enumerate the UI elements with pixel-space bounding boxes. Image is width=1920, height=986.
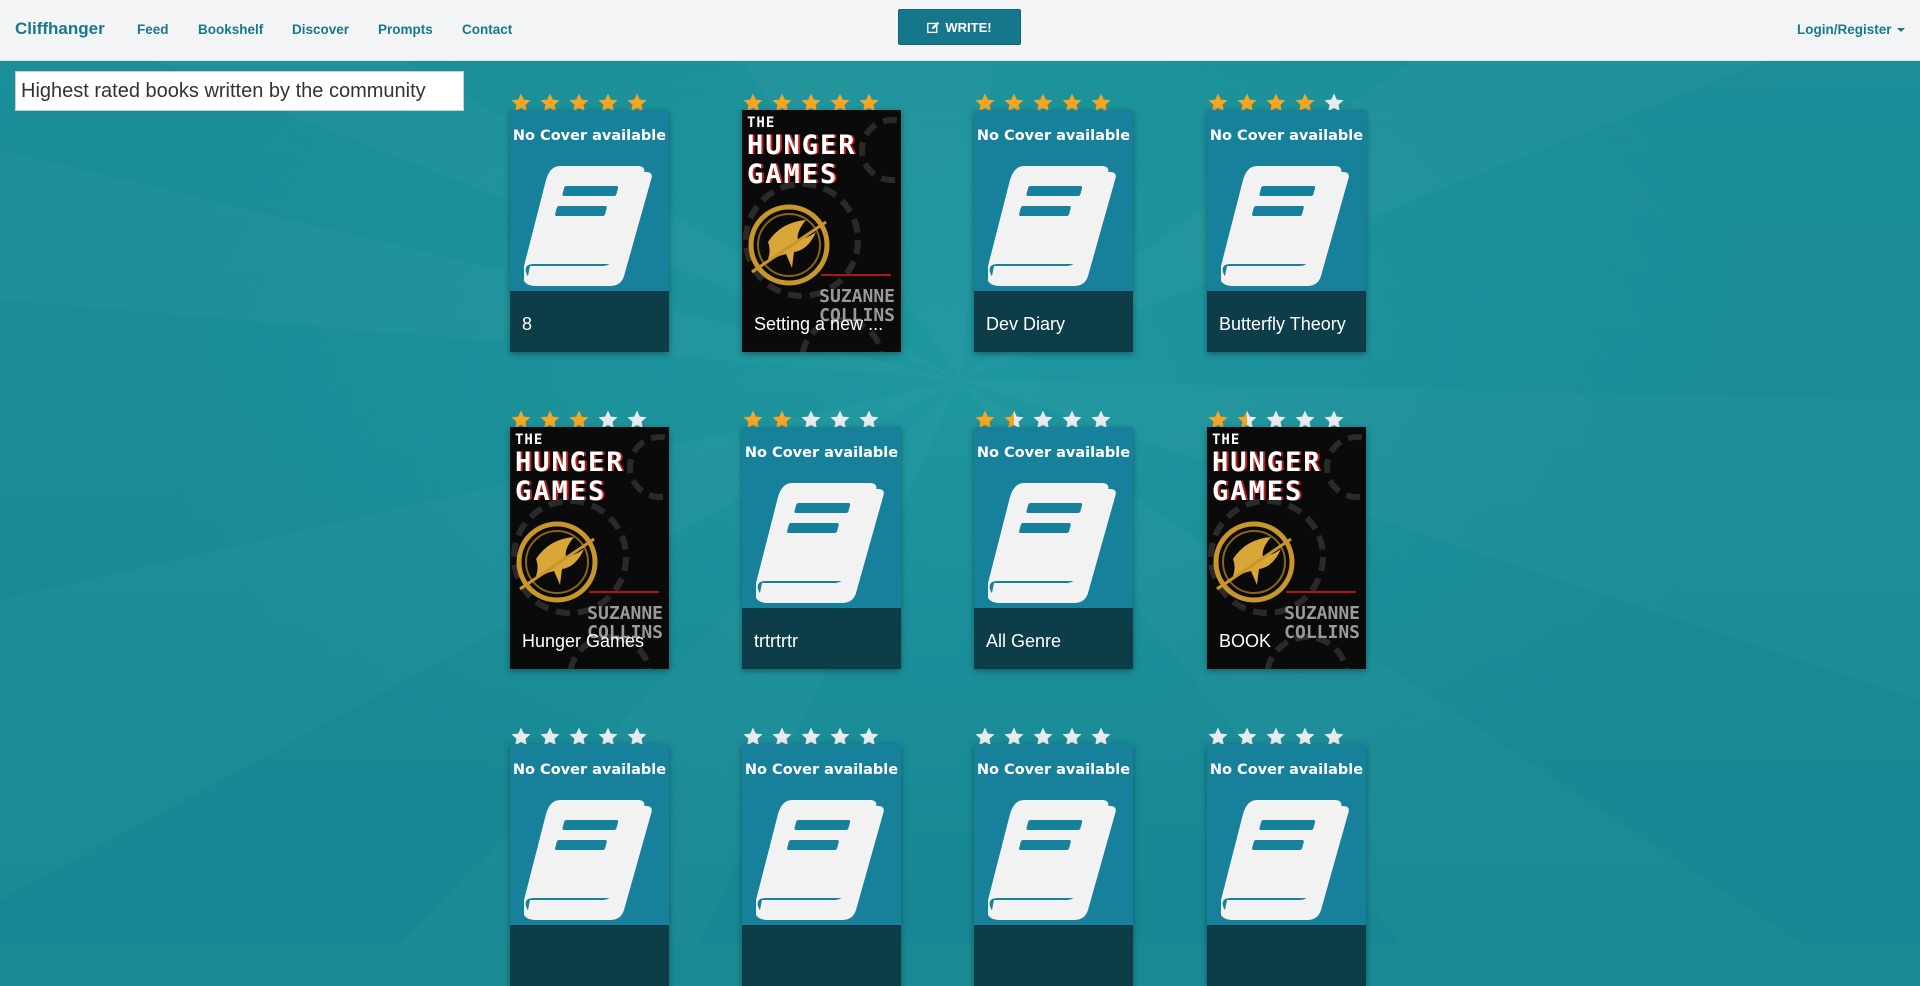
mockingjay-pin-icon	[748, 204, 830, 286]
book-icon	[1221, 166, 1349, 286]
book-card[interactable]: No Cover available	[742, 726, 901, 986]
write-button[interactable]: WRITE!	[898, 9, 1021, 45]
cover-red-line	[589, 591, 659, 593]
no-cover-label: No Cover available	[976, 128, 1131, 144]
book-cover-placeholder[interactable]: No Cover available	[742, 744, 901, 986]
cover-line1: HUNGER	[515, 447, 625, 478]
book-icon	[756, 800, 884, 920]
book-title[interactable]	[510, 925, 669, 986]
book-card[interactable]: No Cover available All Genre	[974, 409, 1133, 669]
cover-red-line	[1286, 591, 1356, 593]
no-cover-label: No Cover available	[1209, 128, 1364, 144]
cover-line2: GAMES	[747, 159, 839, 190]
page-background	[0, 0, 1920, 943]
navbar: Cliffhanger Feed Bookshelf Discover Prom…	[0, 0, 1920, 61]
nav-feed[interactable]: Feed	[137, 22, 169, 37]
book-title[interactable]: All Genre	[974, 608, 1133, 669]
book-title[interactable]: trtrtrtr	[742, 608, 901, 669]
book-title[interactable]	[742, 925, 901, 986]
book-card[interactable]: No Cover available	[510, 726, 669, 986]
book-cover-placeholder[interactable]: No Cover available Dev Diary	[974, 110, 1133, 352]
mockingjay-pin-icon	[1213, 521, 1295, 603]
cover-the: THE	[515, 432, 544, 448]
cover-the: THE	[747, 115, 776, 131]
book-card[interactable]: No Cover available trtrtrtr	[742, 409, 901, 669]
cover-title-art: THE HUNGER GAMES	[1212, 433, 1364, 505]
page-heading: Highest rated books written by the commu…	[15, 71, 464, 111]
login-register-label: Login/Register	[1797, 22, 1892, 37]
no-cover-label: No Cover available	[976, 445, 1131, 461]
book-cover-image[interactable]: THE HUNGER GAMES SUZANNE COLLINS BOOK	[1207, 427, 1366, 669]
nav-contact[interactable]: Contact	[462, 22, 512, 37]
brand-logo[interactable]: Cliffhanger	[15, 19, 105, 39]
book-icon	[1221, 800, 1349, 920]
no-cover-label: No Cover available	[512, 128, 667, 144]
mockingjay-pin-icon	[516, 521, 598, 603]
no-cover-label: No Cover available	[744, 762, 899, 778]
book-title[interactable]: BOOK	[1207, 608, 1366, 669]
book-cover-placeholder[interactable]: No Cover available	[974, 744, 1133, 986]
book-icon	[524, 166, 652, 286]
book-title[interactable]	[974, 925, 1133, 986]
book-cover-placeholder[interactable]: No Cover available 8	[510, 110, 669, 352]
book-card[interactable]: THE HUNGER GAMES SUZANNE COLLINS BOOK	[1207, 409, 1366, 669]
book-icon	[524, 800, 652, 920]
book-title[interactable]: Hunger Games	[510, 608, 669, 669]
book-icon	[988, 483, 1116, 603]
book-card[interactable]: No Cover available Dev Diary	[974, 92, 1133, 352]
login-register-dropdown[interactable]: Login/Register	[1797, 22, 1905, 37]
nav-discover[interactable]: Discover	[292, 22, 349, 37]
book-cover-image[interactable]: THE HUNGER GAMES SUZANNE COLLINS Hunger Games	[510, 427, 669, 669]
cover-line2: GAMES	[1212, 476, 1304, 507]
book-cover-placeholder[interactable]: No Cover available All Genre	[974, 427, 1133, 669]
book-cover-placeholder[interactable]: No Cover available trtrtrtr	[742, 427, 901, 669]
book-card[interactable]: No Cover available	[1207, 726, 1366, 986]
no-cover-label: No Cover available	[744, 445, 899, 461]
book-title[interactable]: Butterfly Theory	[1207, 291, 1366, 352]
no-cover-label: No Cover available	[976, 762, 1131, 778]
no-cover-label: No Cover available	[1209, 762, 1364, 778]
book-icon	[988, 800, 1116, 920]
book-card[interactable]: THE HUNGER GAMES SUZANNE COLLINS Hunger Games	[510, 409, 669, 669]
write-button-label: WRITE!	[945, 19, 992, 35]
cover-red-line	[821, 274, 891, 276]
nav-bookshelf[interactable]: Bookshelf	[198, 22, 263, 37]
cover-line2: GAMES	[515, 476, 607, 507]
cover-title-art: THE HUNGER GAMES	[747, 116, 899, 188]
cover-the: THE	[1212, 432, 1241, 448]
book-card[interactable]: No Cover available Butterfly Theory	[1207, 92, 1366, 352]
cover-line1: HUNGER	[1212, 447, 1322, 478]
edit-icon	[927, 21, 940, 33]
book-title[interactable]: Setting a new ...	[742, 291, 901, 352]
book-cover-placeholder[interactable]: No Cover available	[1207, 744, 1366, 986]
nav-prompts[interactable]: Prompts	[378, 22, 433, 37]
cover-title-art: THE HUNGER GAMES	[515, 433, 667, 505]
book-cover-image[interactable]: THE HUNGER GAMES SUZANNE COLLINS Setting a ne…	[742, 110, 901, 352]
book-title[interactable]: Dev Diary	[974, 291, 1133, 352]
book-title[interactable]: 8	[510, 291, 669, 352]
book-card[interactable]: THE HUNGER GAMES SUZANNE COLLINS Setting a ne…	[742, 92, 901, 352]
book-cover-placeholder[interactable]: No Cover available	[510, 744, 669, 986]
book-cover-placeholder[interactable]: No Cover available Butterfly Theory	[1207, 110, 1366, 352]
book-card[interactable]: No Cover available	[974, 726, 1133, 986]
background-rays	[0, 0, 1920, 943]
no-cover-label: No Cover available	[512, 762, 667, 778]
book-card[interactable]: No Cover available 8	[510, 92, 669, 352]
book-icon	[988, 166, 1116, 286]
book-title[interactable]	[1207, 925, 1366, 986]
cover-line1: HUNGER	[747, 130, 857, 161]
book-icon	[756, 483, 884, 603]
caret-down-icon	[1896, 27, 1905, 32]
